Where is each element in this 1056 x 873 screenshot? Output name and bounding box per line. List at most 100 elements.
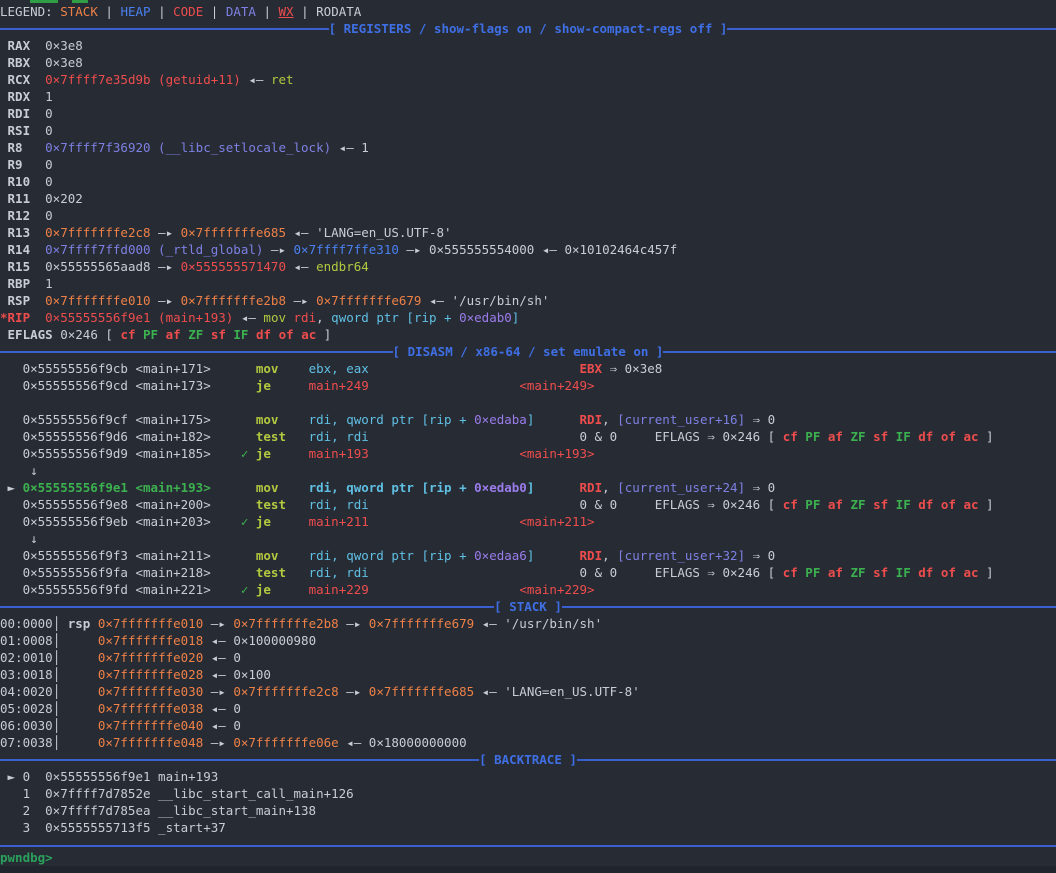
register-row: RSP 0×7fffffffe010 —▸ 0×7fffffffe2b8 —▸ … xyxy=(0,292,1056,309)
text-segment: mov xyxy=(256,412,279,427)
text-segment: LEGEND: xyxy=(0,4,60,19)
text-segment: <main+211> xyxy=(519,514,594,529)
text-segment: ⇒ 0×3e8 xyxy=(602,361,662,376)
text-segment: test xyxy=(256,497,286,512)
text-segment xyxy=(60,701,98,716)
text-segment xyxy=(369,514,520,529)
text-segment xyxy=(866,565,874,580)
text-segment: rdi, rdi xyxy=(309,497,369,512)
backtrace-row: ► 0 0×55555556f9e1 main+193 xyxy=(0,768,1056,785)
text-segment: ◂— 0 xyxy=(203,701,241,716)
text-segment xyxy=(369,446,520,461)
text-segment xyxy=(271,446,309,461)
text-segment: 0×7ffff7e35d9b (getuid+11) xyxy=(45,72,241,87)
text-segment: R11 xyxy=(0,191,45,206)
text-segment: 0×55555556f9cb <main+171> xyxy=(0,361,256,376)
text-segment: endbr64 xyxy=(316,259,369,274)
text-segment: | xyxy=(256,4,279,19)
text-segment: WX xyxy=(279,4,294,19)
text-segment: 3 0×5555555713f5 _start+37 xyxy=(0,820,226,835)
text-segment xyxy=(271,582,309,597)
disasm-section-header: [ DISASM / x86-64 / set emulate on ] xyxy=(0,343,1056,360)
text-segment: RSI xyxy=(0,123,45,138)
text-segment: 0×7fffffffe040 xyxy=(98,718,203,733)
register-row: RSI 0 xyxy=(0,122,1056,139)
register-row: R11 0×202 xyxy=(0,190,1056,207)
disasm-section-header-label: [ DISASM / x86-64 / set emulate on ] xyxy=(393,343,664,360)
text-segment: ac xyxy=(963,429,978,444)
text-segment xyxy=(866,497,874,512)
text-segment xyxy=(534,548,579,563)
legend-item-row: LEGEND: STACK | HEAP | CODE | DATA | WX … xyxy=(0,3,1056,20)
text-segment: R9 xyxy=(0,157,45,172)
text-segment: ◂— 0×18000000000 xyxy=(339,735,467,750)
text-segment: ] xyxy=(316,327,331,342)
text-segment xyxy=(60,667,98,682)
text-segment: 0×55555556f9e8 <main+200> xyxy=(0,497,256,512)
text-segment: main+193 xyxy=(309,446,369,461)
text-segment: [current_user+16] xyxy=(617,412,745,427)
text-segment: STACK xyxy=(60,4,98,19)
registers-section: [ REGISTERS / show-flags on / show-compa… xyxy=(0,20,1056,343)
text-segment: 0×edab0 xyxy=(474,480,527,495)
text-segment: RDI xyxy=(580,548,603,563)
text-segment: 0×55555556f9cd <main+173> xyxy=(0,378,256,393)
text-segment: —▸ xyxy=(151,293,181,308)
stack-row: 07:0038│ 0×7fffffffe048 —▸ 0×7fffffffe06… xyxy=(0,734,1056,751)
text-segment: 0×55555556f9f3 <main+211> xyxy=(0,548,256,563)
text-segment: , xyxy=(602,480,617,495)
stack-row: 03:0018│ 0×7fffffffe028 ◂— 0×100 xyxy=(0,666,1056,683)
text-segment: rsp xyxy=(60,616,98,631)
text-segment: EFLAGS xyxy=(0,327,60,342)
text-segment: 01:0008 xyxy=(0,633,53,648)
text-segment: of xyxy=(941,429,956,444)
text-segment: 0×edaba xyxy=(474,412,527,427)
text-segment xyxy=(369,582,520,597)
text-segment xyxy=(60,718,98,733)
disasm-row: 0×55555556f9fa <main+218> test rdi, rdi … xyxy=(0,564,1056,581)
text-segment: —▸ xyxy=(263,242,293,257)
text-segment: ◂— 0×100 xyxy=(203,667,271,682)
disasm-row: 0×55555556f9cd <main+173> je main+249 <m… xyxy=(0,377,1056,394)
text-segment xyxy=(60,650,98,665)
register-row: RDX 1 xyxy=(0,88,1056,105)
text-segment: , xyxy=(602,548,617,563)
text-segment xyxy=(136,327,144,342)
terminal-scroll-artifact xyxy=(72,0,88,3)
disasm-row: 0×55555556f9cb <main+171> mov ebx, eax E… xyxy=(0,360,1056,377)
text-segment: 0×55555565aad8 —▸ xyxy=(45,259,180,274)
text-segment xyxy=(820,565,828,580)
text-segment: 0×7fffffffe010 xyxy=(98,616,203,631)
text-segment: 0 xyxy=(45,208,53,223)
text-segment: 05:0028 xyxy=(0,701,53,716)
text-segment: cf xyxy=(120,327,135,342)
backtrace-section-header-label: [ BACKTRACE ] xyxy=(479,751,577,768)
disasm-section: [ DISASM / x86-64 / set emulate on ] 0×5… xyxy=(0,343,1056,598)
disasm-row: 0×55555556f9eb <main+203> ✓ je main+211 … xyxy=(0,513,1056,530)
text-segment: | xyxy=(151,4,174,19)
text-segment xyxy=(271,327,279,342)
prompt-line[interactable]: pwndbg> xyxy=(0,849,1056,866)
text-segment: 0 xyxy=(45,174,53,189)
text-segment: mov xyxy=(256,361,279,376)
text-segment: IF xyxy=(233,327,248,342)
text-segment: 0×7fffffffe028 xyxy=(98,667,203,682)
text-segment: —▸ xyxy=(286,293,316,308)
stack-row: 04:0020│ 0×7fffffffe030 —▸ 0×7fffffffe2c… xyxy=(0,683,1056,700)
text-segment xyxy=(820,429,828,444)
text-segment: ◂— xyxy=(241,72,271,87)
text-segment: 1 0×7ffff7d7852e __libc_start_call_main+… xyxy=(0,786,354,801)
text-segment: 0×7fffffffe685 xyxy=(181,225,286,240)
text-segment: <main+193> xyxy=(519,446,594,461)
text-segment: sf xyxy=(873,497,888,512)
disasm-row: 0×55555556f9cf <main+175> mov rdi, qword… xyxy=(0,411,1056,428)
register-row: RBX 0×3e8 xyxy=(0,54,1056,71)
text-segment: 0×7fffffffe685 xyxy=(369,684,474,699)
text-segment: mov xyxy=(256,480,279,495)
prompt-separator xyxy=(0,845,1056,847)
text-segment: RODATA xyxy=(316,4,361,19)
text-segment: main+211 xyxy=(309,514,369,529)
terminal-scroll-artifact xyxy=(30,0,58,3)
text-segment: <main+249> xyxy=(519,378,594,393)
stack-section: [ STACK ]00:0000│ rsp 0×7fffffffe010 —▸ … xyxy=(0,598,1056,751)
